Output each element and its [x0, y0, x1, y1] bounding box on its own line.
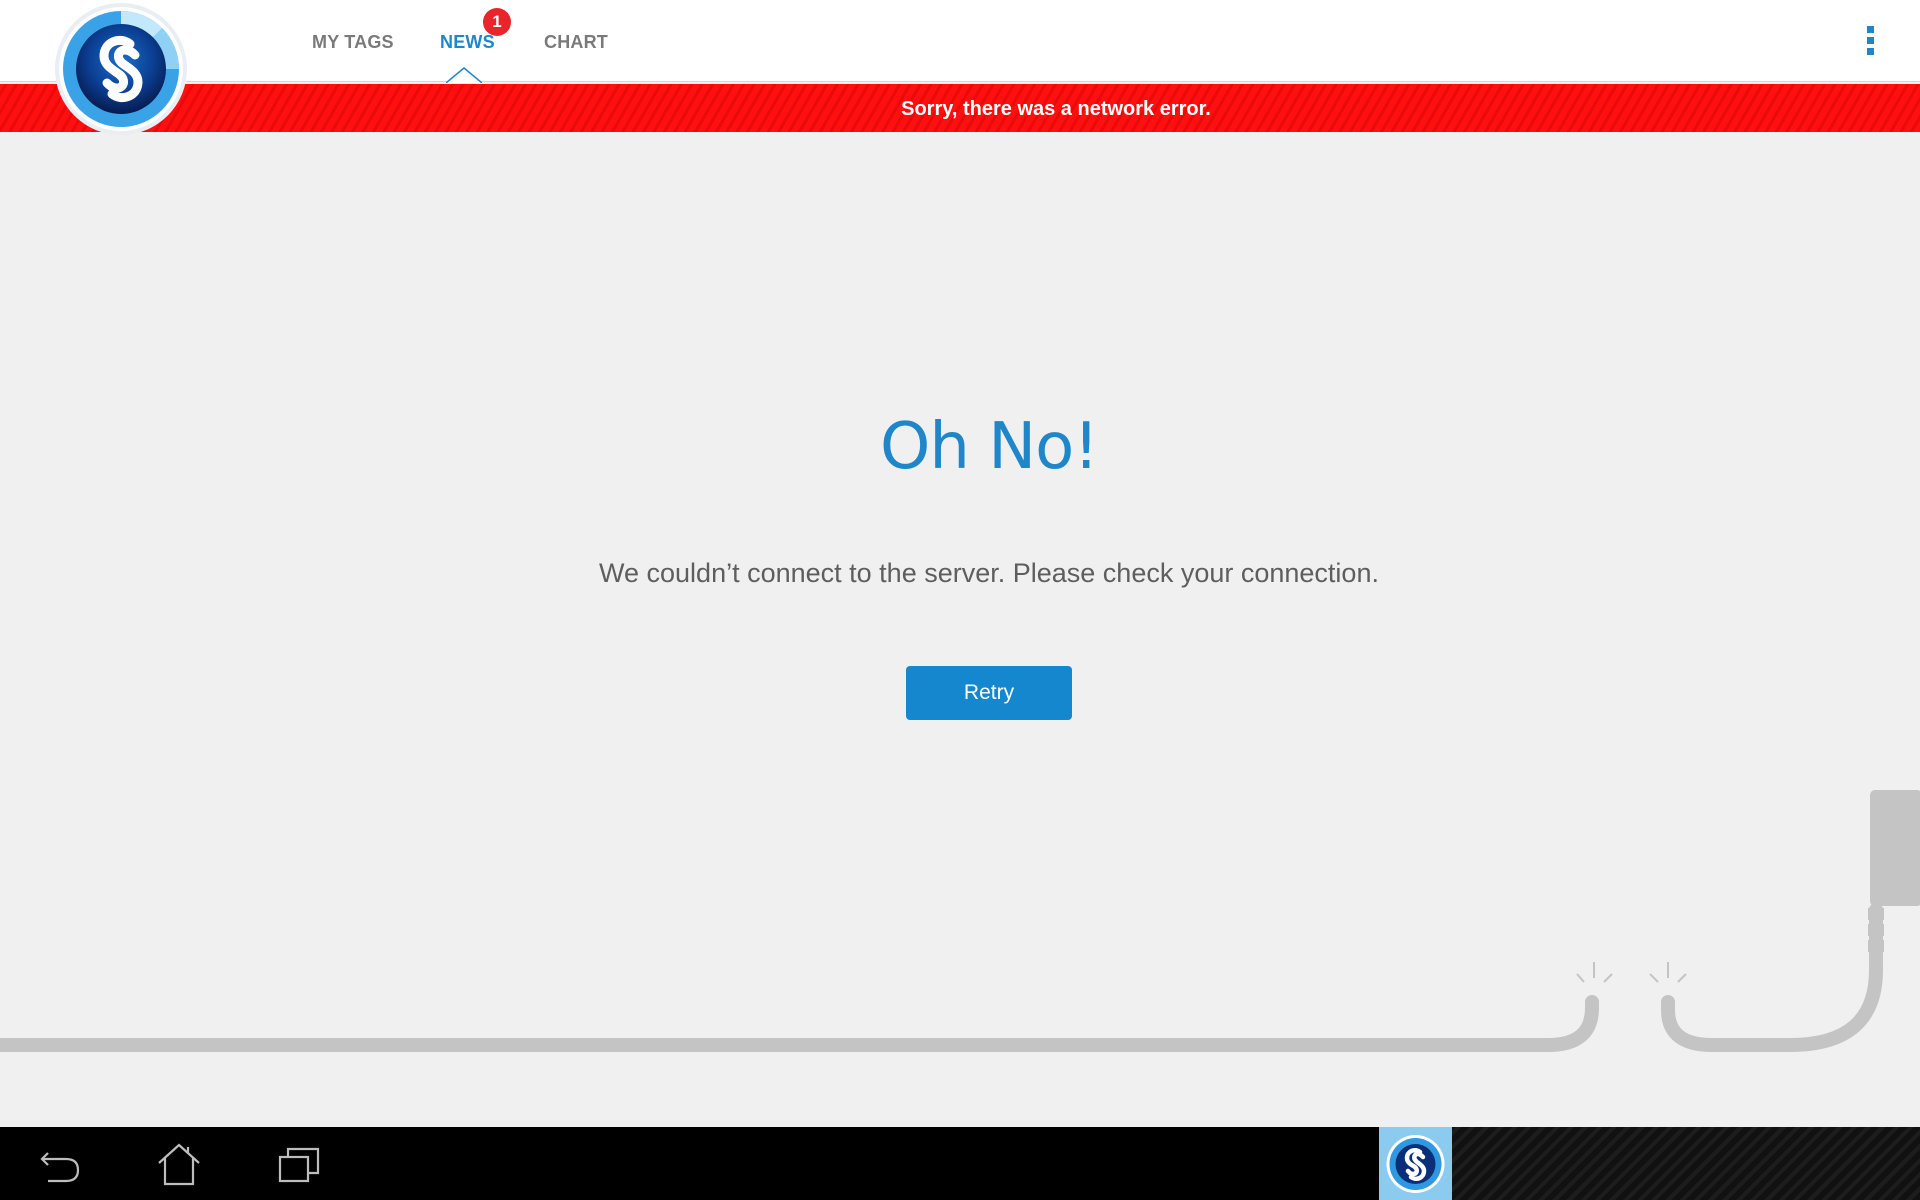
back-icon[interactable]	[36, 1139, 86, 1189]
error-banner-text: Sorry, there was a network error.	[901, 98, 1211, 120]
top-app-bar: MY TAGS NEWS 1 CHART	[0, 0, 1920, 83]
error-banner: Sorry, there was a network error.	[0, 84, 1920, 132]
home-icon[interactable]	[154, 1139, 204, 1189]
system-navigation-bar	[0, 1127, 1920, 1200]
notification-area	[1452, 1127, 1920, 1200]
error-headline: Oh No!	[880, 410, 1099, 484]
overflow-menu-icon[interactable]	[1862, 26, 1878, 58]
active-tab-indicator	[446, 67, 482, 83]
news-badge: 1	[483, 8, 511, 36]
tab-news[interactable]: NEWS	[440, 32, 495, 53]
unplugged-cable-illustration	[0, 790, 1920, 1052]
tab-chart[interactable]: CHART	[544, 32, 608, 53]
recent-apps-icon[interactable]	[274, 1139, 324, 1189]
shazam-logo-icon[interactable]	[54, 2, 188, 136]
error-message: We couldn’t connect to the server. Pleas…	[599, 558, 1379, 588]
app-window: MY TAGS NEWS 1 CHART Sorry, there was a …	[0, 0, 1920, 1200]
shazam-app-icon[interactable]	[1379, 1127, 1452, 1200]
tab-my-tags[interactable]: MY TAGS	[312, 32, 394, 53]
retry-button[interactable]: Retry	[906, 666, 1072, 720]
